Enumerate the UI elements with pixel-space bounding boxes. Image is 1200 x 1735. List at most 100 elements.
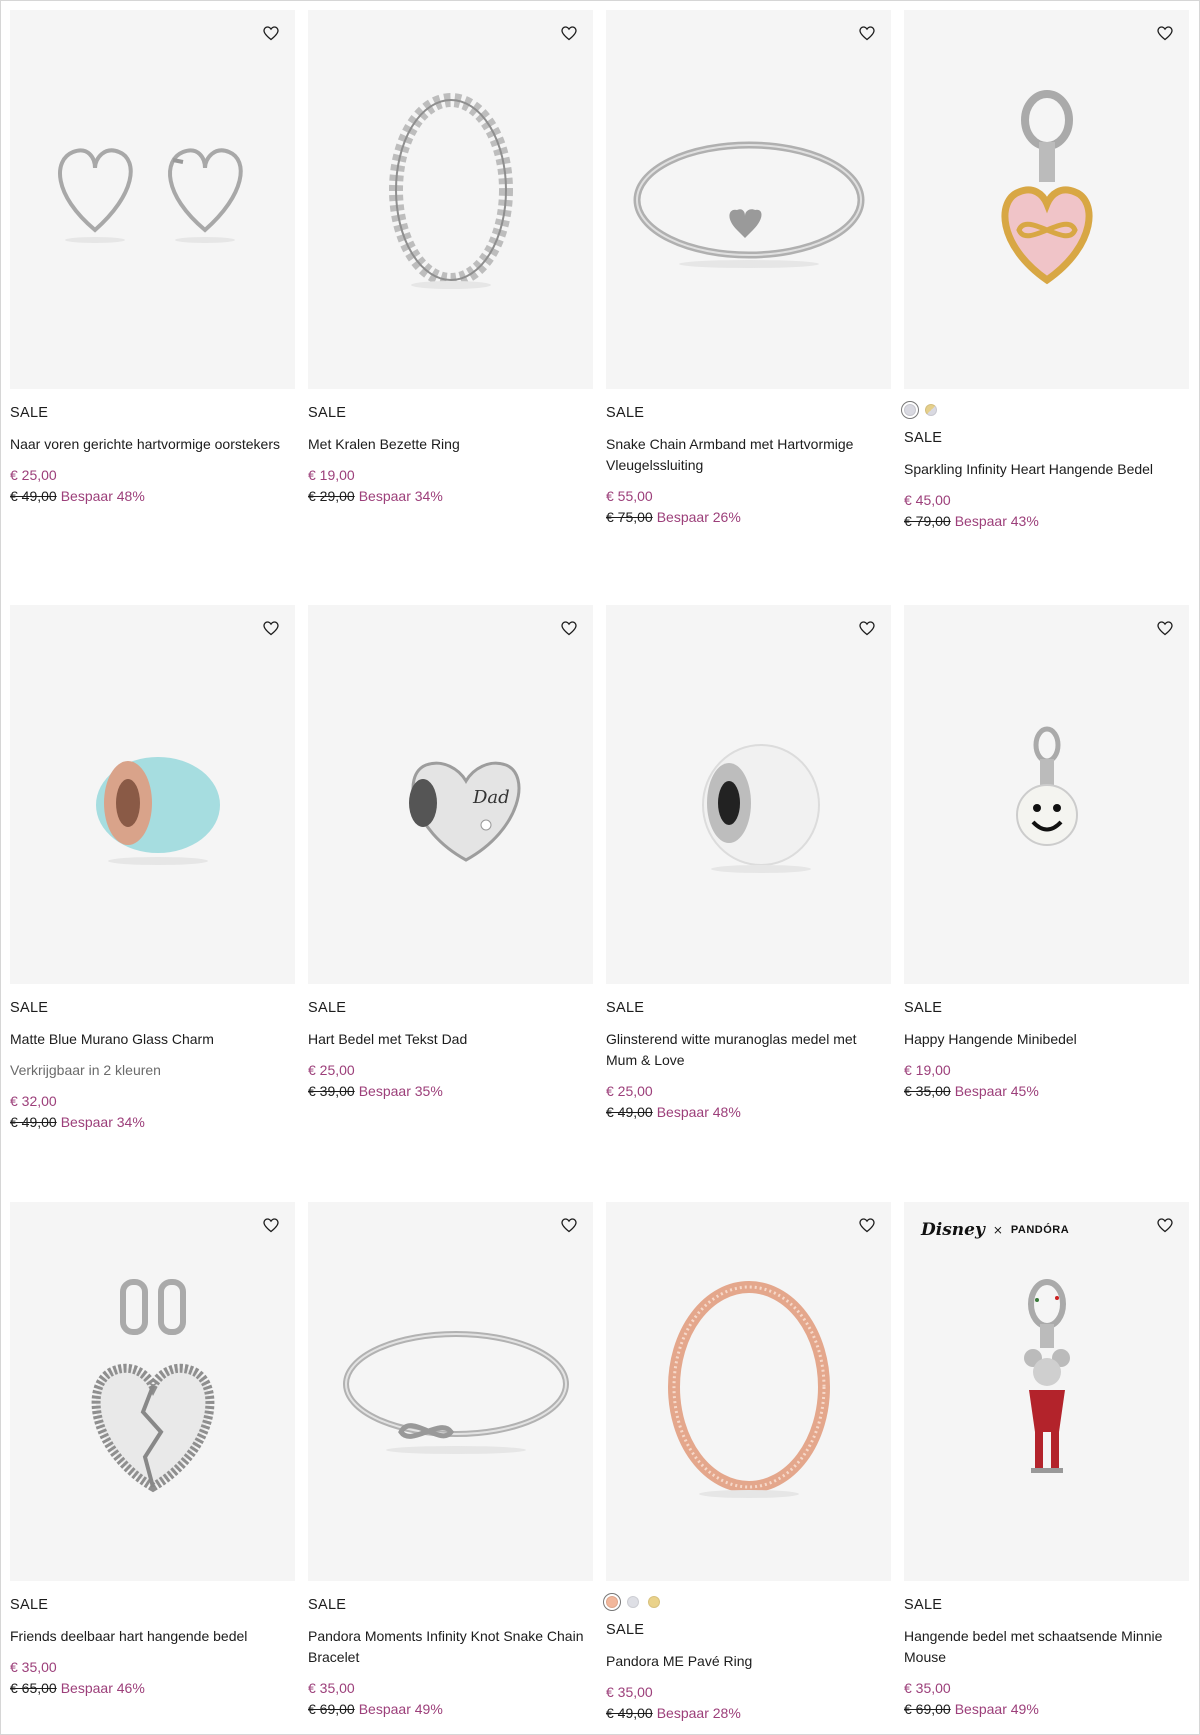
wishlist-heart-icon[interactable] (855, 21, 879, 45)
sale-badge: SALE (606, 1622, 645, 1638)
product-image[interactable]: Dad (308, 605, 593, 984)
product-name[interactable]: Happy Hangende Minibedel (904, 1029, 1189, 1050)
sale-price: € 35,00 (308, 1680, 355, 1696)
sale-badge: SALE (10, 1000, 49, 1016)
product-name[interactable]: Naar voren gerichte hartvormige oorsteke… (10, 434, 295, 455)
price-original-row: € 75,00 Bespaar 26% (606, 507, 891, 528)
product-name[interactable]: Snake Chain Armband met Hartvormige Vleu… (606, 434, 891, 476)
sale-badge: SALE (10, 1597, 49, 1613)
original-price: € 69,00 (308, 1701, 355, 1717)
sale-price: € 25,00 (308, 1062, 355, 1078)
product-image[interactable] (904, 605, 1189, 984)
wishlist-heart-icon[interactable] (259, 1213, 283, 1237)
sale-badge: SALE (308, 1597, 347, 1613)
product-grid-row-3: SALE Friends deelbaar hart hangende bede… (10, 1202, 1189, 1724)
color-swatches (901, 401, 1189, 419)
product-image[interactable] (308, 1202, 593, 1581)
product-name[interactable]: Hart Bedel met Tekst Dad (308, 1029, 593, 1050)
rose-pave-ring-icon (667, 1280, 830, 1498)
wishlist-heart-icon[interactable] (557, 1213, 581, 1237)
wishlist-heart-icon[interactable] (1153, 616, 1177, 640)
product-card[interactable]: Dad SALE Hart Bedel met Tekst Dad € 25,0… (308, 605, 593, 1133)
price-original-row: € 49,00 Bespaar 48% (606, 1102, 891, 1123)
product-image[interactable] (904, 10, 1189, 389)
price-original-row: € 49,00 Bespaar 48% (10, 486, 295, 507)
product-card[interactable]: SALE Naar voren gerichte hartvormige oor… (10, 10, 295, 532)
product-card[interactable]: SALE Friends deelbaar hart hangende bede… (10, 1202, 295, 1724)
sale-price: € 32,00 (10, 1093, 57, 1109)
wishlist-heart-icon[interactable] (1153, 21, 1177, 45)
product-card[interactable]: SALE Happy Hangende Minibedel € 19,00 € … (904, 605, 1189, 1133)
infinity-heart-dangle-icon (1000, 89, 1093, 284)
sale-badge: SALE (904, 430, 943, 446)
sale-price: € 55,00 (606, 488, 653, 504)
product-card[interactable]: SALE Pandora ME Pavé Ring € 35,00 € 49,0… (603, 1202, 891, 1724)
product-image[interactable] (10, 1202, 295, 1581)
product-name[interactable]: Pandora ME Pavé Ring (606, 1651, 891, 1672)
minnie-dangle-icon (1023, 1278, 1070, 1473)
price-original-row: € 39,00 Bespaar 35% (308, 1081, 593, 1102)
wishlist-heart-icon[interactable] (557, 616, 581, 640)
color-swatches (603, 1593, 891, 1611)
product-card[interactable]: SALE Pandora Moments Infinity Knot Snake… (308, 1202, 593, 1724)
original-price: € 29,00 (308, 488, 355, 504)
dad-heart-charm-icon: Dad (408, 761, 520, 862)
product-name[interactable]: Sparkling Infinity Heart Hangende Bedel (904, 459, 1189, 480)
price-original-row: € 69,00 Bespaar 49% (904, 1699, 1189, 1720)
original-price: € 79,00 (904, 513, 951, 529)
product-image[interactable] (10, 10, 295, 389)
pandora-logo-text: PANDÓRA (1010, 1224, 1070, 1236)
product-grid-row-1: SALE Naar voren gerichte hartvormige oor… (10, 10, 1189, 532)
product-card[interactable]: SALE Met Kralen Bezette Ring € 19,00 € 2… (308, 10, 593, 532)
product-name[interactable]: Matte Blue Murano Glass Charm (10, 1029, 295, 1050)
product-image[interactable] (606, 605, 891, 984)
wishlist-heart-icon[interactable] (855, 616, 879, 640)
sale-price: € 19,00 (308, 467, 355, 483)
product-name[interactable]: Friends deelbaar hart hangende bedel (10, 1626, 295, 1647)
product-image[interactable] (10, 605, 295, 984)
color-swatch-silver[interactable] (901, 401, 919, 419)
product-image[interactable] (606, 1202, 891, 1581)
sale-badge: SALE (308, 405, 347, 421)
discount-label: Bespaar 45% (954, 1083, 1039, 1099)
white-murano-charm-icon (701, 743, 820, 873)
color-swatch-gold[interactable] (925, 404, 937, 416)
product-card[interactable]: SALE Sparkling Infinity Heart Hangende B… (901, 10, 1189, 532)
sale-price: € 35,00 (606, 1684, 653, 1700)
product-card[interactable]: SALE Glinsterend witte muranoglas medel … (606, 605, 891, 1133)
disney-logo-text: Disney (921, 1220, 985, 1240)
color-swatch-silver[interactable] (627, 1596, 639, 1608)
wishlist-heart-icon[interactable] (259, 616, 283, 640)
wishlist-heart-icon[interactable] (1153, 1213, 1177, 1237)
color-swatch-gold[interactable] (648, 1596, 660, 1608)
product-name[interactable]: Pandora Moments Infinity Knot Snake Chai… (308, 1626, 593, 1668)
original-price: € 49,00 (606, 1705, 653, 1721)
discount-label: Bespaar 48% (60, 488, 145, 504)
snake-chain-bracelet-icon (633, 141, 864, 268)
product-image[interactable] (308, 10, 593, 389)
murano-charm-icon (95, 756, 220, 865)
engraving-text: Dad (472, 787, 510, 808)
sale-price: € 19,00 (904, 1062, 951, 1078)
sale-price: € 25,00 (10, 467, 57, 483)
sale-price: € 25,00 (606, 1083, 653, 1099)
product-name[interactable]: Met Kralen Bezette Ring (308, 434, 593, 455)
product-name[interactable]: Glinsterend witte muranoglas medel met M… (606, 1029, 891, 1071)
wishlist-heart-icon[interactable] (855, 1213, 879, 1237)
product-card[interactable]: Disney × PANDÓRA SALE Hangende bedel met… (904, 1202, 1189, 1724)
wishlist-heart-icon[interactable] (259, 21, 283, 45)
product-name[interactable]: Hangende bedel met schaatsende Minnie Mo… (904, 1626, 1189, 1668)
product-card[interactable]: SALE Snake Chain Armband met Hartvormige… (606, 10, 891, 532)
original-price: € 49,00 (606, 1104, 653, 1120)
product-card[interactable]: SALE Matte Blue Murano Glass Charm Verkr… (10, 605, 295, 1133)
infinity-bracelet-icon (342, 1330, 569, 1454)
color-swatch-rose[interactable] (603, 1593, 621, 1611)
wishlist-heart-icon[interactable] (557, 21, 581, 45)
sale-price: € 45,00 (904, 492, 951, 508)
price-original-row: € 49,00 Bespaar 28% (606, 1703, 891, 1724)
availability-note: Verkrijgbaar in 2 kleuren (10, 1062, 161, 1078)
heart-earrings-icon (57, 148, 243, 243)
product-image[interactable]: Disney × PANDÓRA (904, 1202, 1189, 1581)
discount-label: Bespaar 49% (954, 1701, 1039, 1717)
product-image[interactable] (606, 10, 891, 389)
